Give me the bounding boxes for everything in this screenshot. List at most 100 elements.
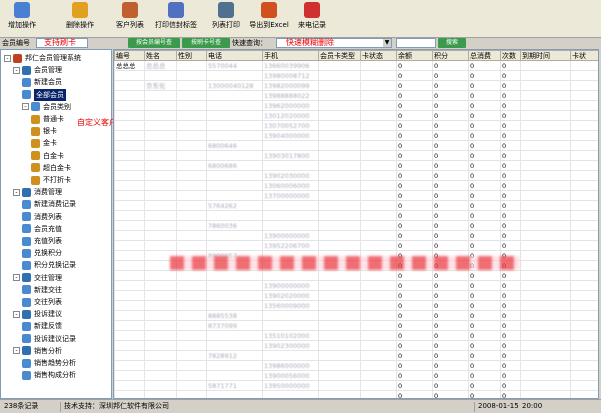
tree-item-7[interactable]: 金卡	[31, 137, 57, 149]
table-row[interactable]: 13986000000 0 0 0 0	[114, 360, 598, 371]
column-header[interactable]: 总消费	[468, 50, 501, 61]
table-row[interactable]: 6800686 0 0 0 0	[114, 160, 598, 171]
column-header[interactable]: 积分	[432, 50, 469, 61]
table-cell: 13904000000	[262, 130, 319, 141]
tree-item-23[interactable]: 投诉建议记录	[22, 333, 76, 345]
table-row[interactable]: 13988888022 0 0 0 0	[114, 90, 598, 101]
column-header[interactable]: 电话	[206, 50, 263, 61]
chevron-down-icon[interactable]: ▼	[383, 39, 391, 47]
column-header[interactable]: 姓名	[144, 50, 177, 61]
tree-item-1[interactable]: - 会员管理	[13, 64, 62, 76]
table-row[interactable]: 13700000000 0 0 0 0	[114, 190, 598, 201]
table-row[interactable]: 8885538 0 0 0 0	[114, 310, 598, 321]
toolbar-button-0[interactable]: 增加操作	[2, 2, 42, 36]
tree-item-12[interactable]: 新建消费记录	[22, 198, 76, 210]
tree-item-13[interactable]: 消费列表	[22, 211, 62, 223]
column-header[interactable]: 次数	[500, 50, 521, 61]
search-by-member-no-button[interactable]: 按会员编号查	[128, 38, 180, 48]
table-row[interactable]: 13560009000 0 0 0 0	[114, 300, 598, 311]
tree-item-18[interactable]: - 交往管理	[13, 272, 62, 284]
column-header[interactable]: 卡状	[570, 50, 598, 61]
table-row[interactable]: 13900000000 0 0 0 0	[114, 280, 598, 291]
table-row[interactable]: 13510102000 0 0 0 0	[114, 330, 598, 341]
search-button[interactable]: 搜索	[438, 38, 466, 48]
table-cell	[360, 100, 397, 111]
table-row[interactable]: 0000	[114, 390, 598, 398]
toolbar-button-6[interactable]: 来电记录	[292, 2, 332, 36]
toolbar-button-label: 删除操作	[66, 21, 94, 29]
tree-item-11[interactable]: - 消费管理	[13, 186, 62, 198]
tree-item-9[interactable]: 超白金卡	[31, 162, 71, 174]
table-row[interactable]: 13980008712 0 0 0 0	[114, 70, 598, 81]
toolbar-button-3[interactable]: 打印信封标签	[150, 2, 202, 36]
tree-item-22[interactable]: 新建反馈	[22, 320, 62, 332]
toolbar-button-2[interactable]: 客户列表	[110, 2, 150, 36]
column-header[interactable]: 到期时间	[520, 50, 571, 61]
tree-item-6[interactable]: 银卡	[31, 125, 57, 137]
table-row[interactable]: 13070052700 0 0 0 0	[114, 120, 598, 131]
table-row[interactable]: 0000	[114, 270, 598, 281]
toolbar-button-1[interactable]: 删除操作	[60, 2, 100, 36]
column-header[interactable]: 会员卡类型	[318, 50, 361, 61]
tree-item-0[interactable]: - 邦仁会员管理系统	[4, 52, 81, 64]
tree-item-20[interactable]: 交往列表	[22, 296, 62, 308]
tree-item-5[interactable]: 普通卡	[31, 113, 64, 125]
tree-item-10[interactable]: 不打折卡	[31, 174, 71, 186]
table-row[interactable]: 13952206700 0 0 0 0	[114, 240, 598, 251]
tree-item-25[interactable]: 销售趋势分析	[22, 357, 76, 369]
toolbar-button-4[interactable]: 列表打印	[206, 2, 246, 36]
tree-item-21[interactable]: - 投诉建议	[13, 308, 62, 320]
table-cell: 6800646	[206, 140, 263, 151]
table-row[interactable]: 13060006000 0 0 0 0	[114, 180, 598, 191]
table-cell	[114, 210, 145, 221]
table-cell	[360, 300, 397, 311]
column-header[interactable]: 卡状态	[360, 50, 397, 61]
table-row[interactable]: 总总总 总总总 5570044 13660039906 0 0 0 0	[114, 60, 598, 71]
tree-item-14[interactable]: 会员充值	[22, 223, 62, 235]
table-row[interactable]: 7860036 0 0 0 0	[114, 220, 598, 231]
table-row[interactable]: 13904000000 0 0 0 0	[114, 130, 598, 141]
tree-item-17[interactable]: 积分兑换记录	[22, 259, 76, 271]
search-by-card-button[interactable]: 按刷卡号查	[182, 38, 230, 48]
collapse-icon[interactable]: -	[22, 103, 29, 111]
table-row[interactable]: 13962000000 0 0 0 0	[114, 100, 598, 111]
tree-item-16[interactable]: 兑换积分	[22, 247, 62, 259]
table-row[interactable]: 0000	[114, 210, 598, 221]
tree-item-8[interactable]: 白金卡	[31, 150, 64, 162]
tree-item-19[interactable]: 新建交往	[22, 284, 62, 296]
table-cell: 8885538	[206, 310, 263, 321]
table-row[interactable]: 5764262 0 0 0 0	[114, 200, 598, 211]
tree-item-2[interactable]: 新建会员	[22, 76, 62, 88]
collapse-icon[interactable]: -	[13, 66, 20, 74]
table-row[interactable]: 13900056000 0 0 0 0	[114, 370, 598, 381]
table-cell	[206, 150, 263, 161]
table-row[interactable]: 13900000000 0 0 0 0	[114, 230, 598, 241]
table-row[interactable]: 13903017800 0 0 0 0	[114, 150, 598, 161]
tree-item-26[interactable]: 销售构成分析	[22, 369, 76, 381]
table-row[interactable]: 13012020000 0 0 0 0	[114, 110, 598, 121]
tree-item-4[interactable]: - 会员类别	[22, 101, 71, 113]
table-row[interactable]: 13902030000 0 0 0 0	[114, 170, 598, 181]
column-header[interactable]: 编号	[114, 50, 145, 61]
tree-item-3[interactable]: 全部会员	[22, 88, 66, 101]
column-header[interactable]: 手机	[262, 50, 319, 61]
collapse-icon[interactable]: -	[13, 274, 20, 282]
quick-query-input[interactable]	[396, 38, 436, 48]
table-row[interactable]: 5871771 13950000000 0 0 0 0	[114, 380, 598, 391]
collapse-icon[interactable]: -	[13, 347, 20, 355]
collapse-icon[interactable]: -	[13, 310, 20, 318]
column-header[interactable]: 性别	[176, 50, 207, 61]
table-row[interactable]: 京东化 13000040128 13982000099 0 0 0 0	[114, 80, 598, 91]
toolbar-button-5[interactable]: 导出到Excel	[246, 2, 292, 36]
column-header[interactable]: 余额	[396, 50, 433, 61]
system-icon	[13, 53, 22, 63]
collapse-icon[interactable]: -	[4, 54, 11, 62]
table-row[interactable]: 13902300000 0 0 0 0	[114, 340, 598, 351]
collapse-icon[interactable]: -	[13, 188, 20, 196]
tree-item-24[interactable]: - 销售分析	[13, 345, 62, 357]
table-row[interactable]: 13902020000 0 0 0 0	[114, 290, 598, 301]
table-row[interactable]: 6800646 0 0 0 0	[114, 140, 598, 151]
table-row[interactable]: 7828912 0 0 0 0	[114, 350, 598, 361]
tree-item-15[interactable]: 充值列表	[22, 235, 62, 247]
table-row[interactable]: 8737099 0 0 0 0	[114, 320, 598, 331]
